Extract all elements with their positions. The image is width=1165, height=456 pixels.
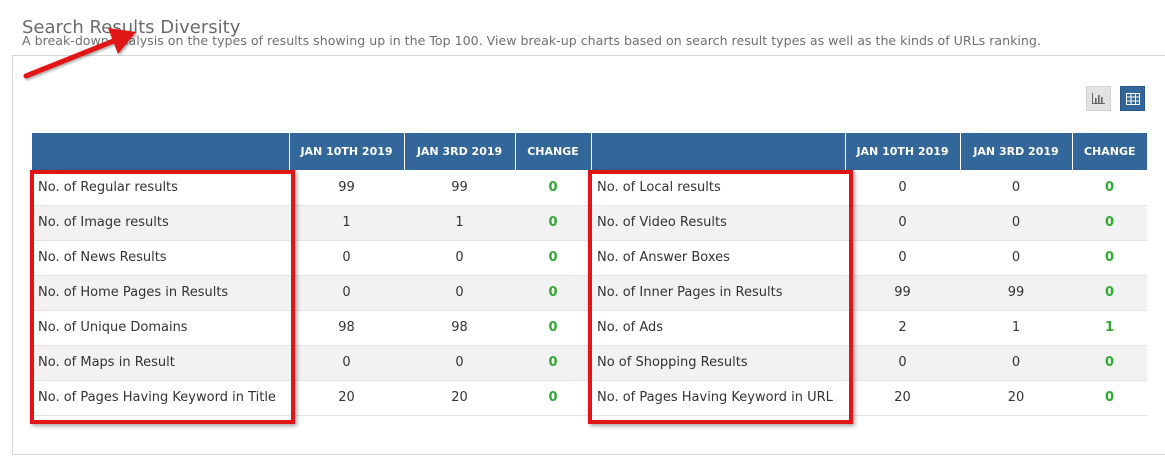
row-label: No. of Inner Pages in Results <box>591 275 845 311</box>
row-label: No. of Image results <box>32 205 289 241</box>
value-date2: 0 <box>404 240 515 276</box>
value-change: 0 <box>1072 380 1147 416</box>
value-change: 0 <box>1072 275 1147 311</box>
table-row: No. of Image results 1 1 0 No. of Video … <box>32 205 1147 241</box>
column-header-date2-right: JAN 3RD 2019 <box>960 133 1073 170</box>
row-label: No. of News Results <box>32 240 289 276</box>
value-date1: 0 <box>845 205 960 241</box>
value-date2: 99 <box>404 170 515 206</box>
value-date1: 2 <box>845 310 960 346</box>
value-date2: 20 <box>960 380 1072 416</box>
table-row: No. of Pages Having Keyword in Title 20 … <box>32 380 1147 416</box>
results-table: JAN 10TH 2019 JAN 3RD 2019 CHANGE JAN 10… <box>32 133 1147 416</box>
column-header-label-right <box>591 133 846 170</box>
value-date1: 0 <box>289 275 404 311</box>
value-date1: 0 <box>845 240 960 276</box>
table-view-button[interactable] <box>1120 86 1145 111</box>
value-date1: 20 <box>289 380 404 416</box>
value-date2: 1 <box>404 205 515 241</box>
value-date2: 20 <box>404 380 515 416</box>
row-label: No. of Unique Domains <box>32 310 289 346</box>
row-label: No. of Local results <box>591 170 845 206</box>
table-row: No. of Unique Domains 98 98 0 No. of Ads… <box>32 310 1147 346</box>
table-row: No. of Home Pages in Results 0 0 0 No. o… <box>32 275 1147 311</box>
value-date2: 0 <box>960 205 1072 241</box>
value-change: 0 <box>515 205 591 241</box>
row-label: No. of Maps in Result <box>32 345 289 381</box>
value-change: 0 <box>515 345 591 381</box>
chart-view-button[interactable] <box>1086 86 1111 111</box>
value-change: 0 <box>515 240 591 276</box>
value-date2: 0 <box>404 275 515 311</box>
value-date2: 0 <box>960 170 1072 206</box>
value-date1: 99 <box>845 275 960 311</box>
value-date1: 0 <box>289 240 404 276</box>
column-header-date2-left: JAN 3RD 2019 <box>404 133 516 170</box>
value-change: 0 <box>1072 170 1147 206</box>
value-change: 0 <box>1072 205 1147 241</box>
value-date1: 1 <box>289 205 404 241</box>
value-date2: 0 <box>960 240 1072 276</box>
value-date2: 0 <box>404 345 515 381</box>
table-header-row: JAN 10TH 2019 JAN 3RD 2019 CHANGE JAN 10… <box>32 133 1147 170</box>
value-date1: 20 <box>845 380 960 416</box>
value-date1: 0 <box>845 345 960 381</box>
row-label: No. of Home Pages in Results <box>32 275 289 311</box>
value-date1: 0 <box>289 345 404 381</box>
row-label: No. of Pages Having Keyword in URL <box>591 380 845 416</box>
table-row: No. of News Results 0 0 0 No. of Answer … <box>32 240 1147 276</box>
value-date2: 0 <box>960 345 1072 381</box>
value-date2: 1 <box>960 310 1072 346</box>
bar-chart-icon <box>1092 93 1105 104</box>
row-label: No of Shopping Results <box>591 345 845 381</box>
column-header-change-right: CHANGE <box>1072 133 1147 170</box>
value-change: 0 <box>1072 345 1147 381</box>
value-change: 0 <box>515 310 591 346</box>
value-change: 0 <box>515 380 591 416</box>
value-change: 1 <box>1072 310 1147 346</box>
value-date1: 98 <box>289 310 404 346</box>
row-label: No. of Pages Having Keyword in Title <box>32 380 289 416</box>
row-label: No. of Ads <box>591 310 845 346</box>
column-header-label-left <box>32 133 290 170</box>
table-row: No. of Regular results 99 99 0 No. of Lo… <box>32 170 1147 206</box>
value-date1: 99 <box>289 170 404 206</box>
column-header-date1-right: JAN 10TH 2019 <box>845 133 961 170</box>
value-date1: 0 <box>845 170 960 206</box>
column-header-date1-left: JAN 10TH 2019 <box>289 133 405 170</box>
row-label: No. of Video Results <box>591 205 845 241</box>
page-subtitle: A break-down analysis on the types of re… <box>22 33 1041 48</box>
row-label: No. of Regular results <box>32 170 289 206</box>
table-icon <box>1125 92 1140 105</box>
value-change: 0 <box>515 170 591 206</box>
value-date2: 98 <box>404 310 515 346</box>
row-label: No. of Answer Boxes <box>591 240 845 276</box>
table-row: No. of Maps in Result 0 0 0 No of Shoppi… <box>32 345 1147 381</box>
value-date2: 99 <box>960 275 1072 311</box>
value-change: 0 <box>1072 240 1147 276</box>
column-header-change-left: CHANGE <box>515 133 592 170</box>
value-change: 0 <box>515 275 591 311</box>
